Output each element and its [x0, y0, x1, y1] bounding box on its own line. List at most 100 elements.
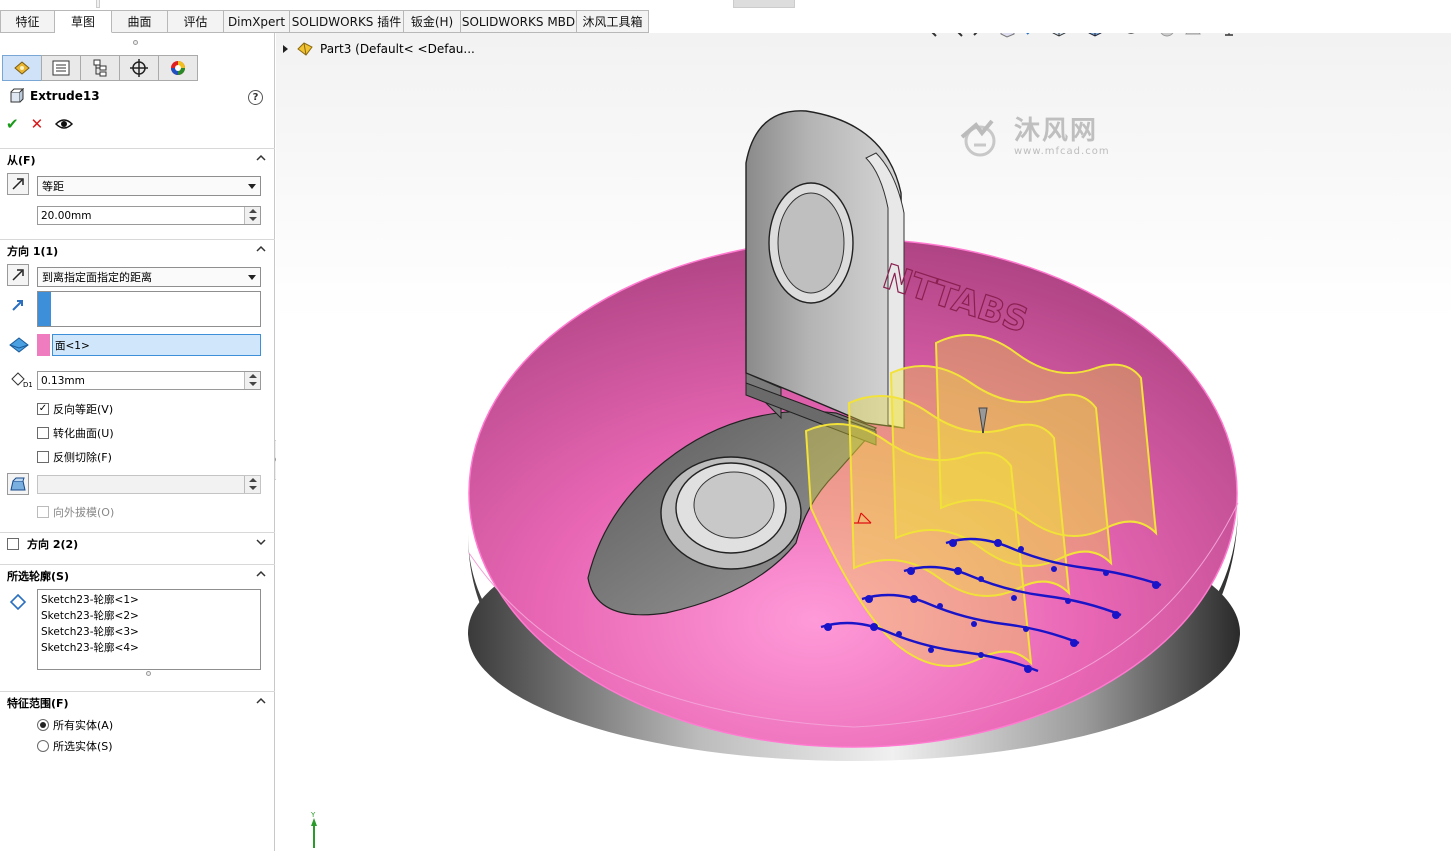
propertymanager-icon: [52, 60, 70, 76]
list-item[interactable]: Sketch23-轮廓<2>: [41, 608, 257, 624]
pm-actions: ✔ ✕: [6, 115, 74, 133]
from-offset-input[interactable]: 20.00mm: [37, 206, 261, 225]
direction1-reverse-button[interactable]: [7, 264, 29, 286]
draft-outward-label: 向外拔模(O): [53, 506, 115, 519]
crosshair-icon: [130, 59, 148, 77]
flip-cut-row[interactable]: 反侧切除(F): [37, 449, 112, 465]
dropdown-arrow-icon: [248, 275, 256, 280]
direction1-section-header[interactable]: 方向 1(1): [0, 239, 275, 261]
configuration-icon: [93, 59, 107, 77]
from-type-value: 等距: [42, 180, 64, 193]
contours-section-title: 所选轮廓(S): [7, 569, 69, 583]
from-section-title: 从(F): [7, 153, 36, 167]
all-bodies-radio[interactable]: [37, 719, 49, 731]
scope-section-title: 特征范围(F): [7, 696, 69, 710]
draft-icon: [10, 477, 26, 491]
reverse-offset-row[interactable]: ✓ 反向等距(V): [37, 401, 113, 417]
tab-configurationmanager[interactable]: [80, 55, 120, 81]
graphics-area[interactable]: Part3 (Default< <Defau... ▾ ▾ ▾ ▾ ▾: [276, 33, 1451, 851]
reverse-direction-button[interactable]: [7, 173, 29, 195]
tab-dimxpertmanager[interactable]: [119, 55, 159, 81]
selected-bodies-row[interactable]: 所选实体(S): [37, 738, 113, 754]
tab-8[interactable]: 沐风工具箱: [577, 10, 649, 33]
direction-vector-field[interactable]: [37, 291, 261, 327]
direction2-section-header[interactable]: 方向 2(2): [0, 532, 275, 554]
spin-buttons[interactable]: [244, 372, 260, 389]
direction1-section-title: 方向 1(1): [7, 244, 59, 258]
face-selection-field[interactable]: 面<1>: [52, 334, 261, 356]
tab-1[interactable]: 草图: [55, 10, 112, 33]
draft-angle-input[interactable]: [37, 475, 261, 494]
property-manager: Extrude13 ? ✔ ✕ 从(F) 等距 20.00mm 方向 1(1): [0, 33, 275, 851]
help-button[interactable]: ?: [248, 90, 263, 105]
solidworks-window: 特征 草图 曲面 评估 DimXpert SOLIDWORKS 插件 钣金(H) SOLIDW…: [0, 0, 1451, 851]
expand-chevron-icon[interactable]: [256, 537, 266, 547]
end-condition-value: 到离指定面指定的距离: [42, 271, 152, 284]
collapse-chevron-icon[interactable]: [256, 153, 266, 163]
ok-button[interactable]: ✔: [6, 115, 19, 133]
selected-bodies-radio[interactable]: [37, 740, 49, 752]
list-resize-grip[interactable]: [146, 671, 151, 676]
all-bodies-row[interactable]: 所有实体(A): [37, 717, 113, 733]
offset-distance-icon: D1: [11, 372, 32, 388]
model-view[interactable]: NTTABS Y: [276, 33, 1451, 851]
tab-row: 特征 草图 曲面 评估 DimXpert SOLIDWORKS 插件 钣金(H) SOLIDW…: [0, 10, 649, 33]
direction-vector-icon: [12, 300, 23, 311]
reverse-arrow-icon: [12, 269, 24, 281]
appearance-icon: [171, 61, 185, 75]
scope-section-header[interactable]: 特征范围(F): [0, 691, 275, 713]
reverse-offset-label: 反向等距(V): [53, 403, 114, 416]
cancel-button[interactable]: ✕: [31, 115, 44, 133]
scroll-thumb[interactable]: [733, 0, 795, 8]
spin-buttons[interactable]: [244, 207, 260, 224]
draft-outward-checkbox[interactable]: [37, 506, 49, 518]
upper-hole: [777, 192, 845, 294]
tab-2[interactable]: 曲面: [112, 10, 168, 33]
manager-tabs: [2, 55, 198, 81]
tab-4[interactable]: DimXpert: [224, 10, 290, 33]
selected-bodies-label: 所选实体(S): [53, 740, 113, 753]
collapse-chevron-icon[interactable]: [256, 244, 266, 254]
from-section-header[interactable]: 从(F): [0, 148, 275, 170]
tab-displaymanager[interactable]: [158, 55, 198, 81]
list-item[interactable]: Sketch23-轮廓<4>: [41, 640, 257, 656]
contours-section-header[interactable]: 所选轮廓(S): [0, 564, 275, 586]
draft-outward-row[interactable]: 向外拔模(O): [37, 504, 114, 520]
feature-title: Extrude13: [8, 88, 100, 104]
from-type-select[interactable]: 等距: [37, 176, 261, 196]
tab-7[interactable]: SOLIDWORKS MBD: [461, 10, 577, 33]
tab-0[interactable]: 特征: [0, 10, 55, 33]
tab-propertymanager[interactable]: [41, 55, 81, 81]
offset-distance-value: 0.13mm: [41, 374, 85, 387]
contours-list[interactable]: Sketch23-轮廓<1> Sketch23-轮廓<2> Sketch23-轮…: [37, 589, 261, 670]
flip-cut-checkbox[interactable]: [37, 451, 49, 463]
offset-distance-input[interactable]: 0.13mm: [37, 371, 261, 390]
axis-y-label: Y: [310, 811, 316, 819]
reference-triad: Y: [310, 811, 317, 848]
collapse-chevron-icon[interactable]: [256, 569, 266, 579]
selection-color-swatch: [38, 292, 51, 326]
translate-surface-label: 转化曲面(U): [53, 427, 114, 440]
preview-eye-icon[interactable]: [55, 118, 74, 130]
translate-surface-checkbox[interactable]: [37, 427, 49, 439]
spin-buttons[interactable]: [244, 476, 260, 493]
extrude-icon: [10, 88, 24, 103]
tab-5[interactable]: SOLIDWORKS 插件: [290, 10, 404, 33]
translate-surface-row[interactable]: 转化曲面(U): [37, 425, 114, 441]
reverse-offset-checkbox[interactable]: ✓: [37, 403, 49, 415]
face-selection-value: 面<1>: [55, 339, 90, 352]
panel-grip[interactable]: [133, 40, 138, 45]
tab-6[interactable]: 钣金(H): [404, 10, 461, 33]
face-color-swatch: [37, 334, 50, 356]
collapse-chevron-icon[interactable]: [256, 696, 266, 706]
direction2-checkbox[interactable]: [7, 537, 19, 550]
list-item[interactable]: Sketch23-轮廓<1>: [41, 592, 257, 608]
tab-3[interactable]: 评估: [168, 10, 224, 33]
svg-text:D1: D1: [23, 381, 32, 388]
reverse-arrow-icon: [12, 178, 24, 190]
tab-featuremanager[interactable]: [2, 55, 42, 81]
end-condition-select[interactable]: 到离指定面指定的距离: [37, 267, 261, 287]
all-bodies-label: 所有实体(A): [53, 719, 114, 732]
list-item[interactable]: Sketch23-轮廓<3>: [41, 624, 257, 640]
draft-button[interactable]: [7, 473, 29, 495]
